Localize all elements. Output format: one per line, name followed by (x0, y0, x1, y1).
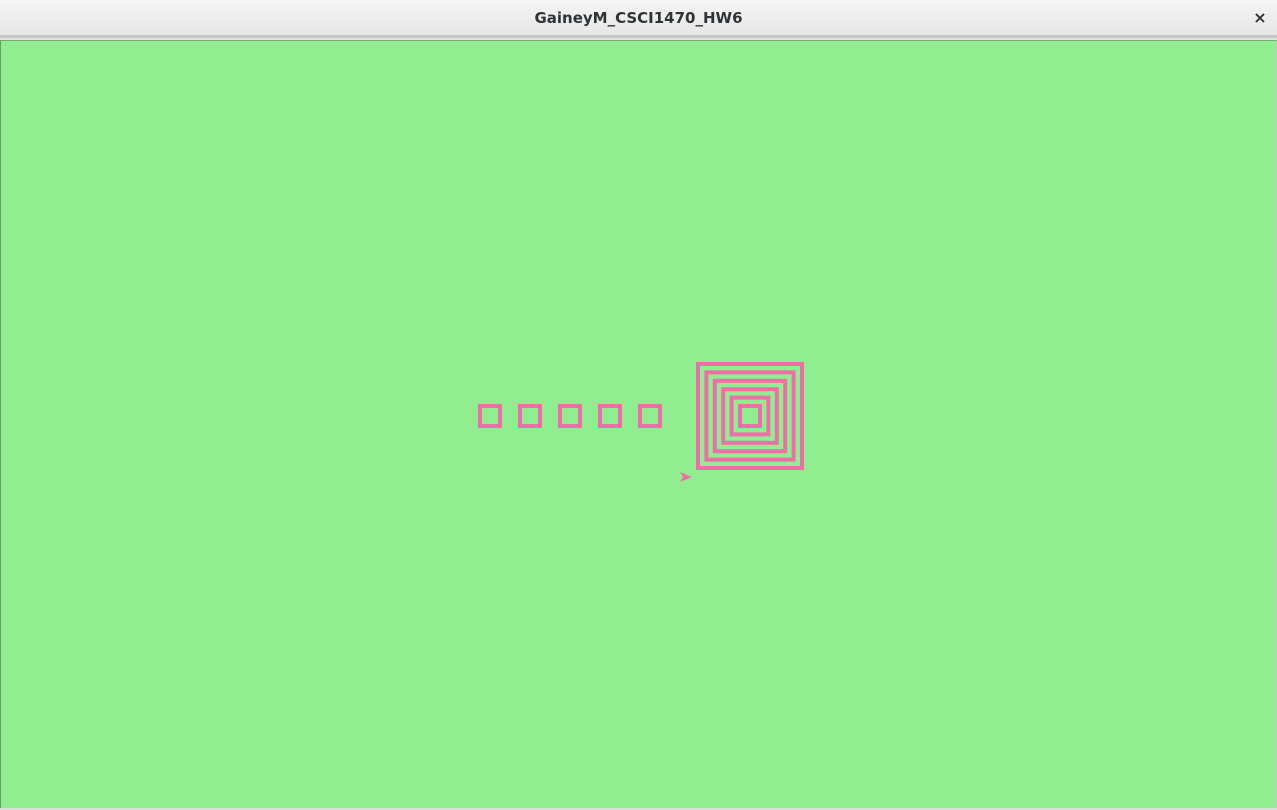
turtle-drawing (1, 41, 1276, 808)
title-bar[interactable]: GaineyM_CSCI1470_HW6 × (0, 0, 1277, 36)
close-button[interactable]: × (1249, 7, 1271, 29)
drawing-canvas (0, 40, 1277, 808)
app-window: GaineyM_CSCI1470_HW6 × (0, 0, 1277, 810)
window-title: GaineyM_CSCI1470_HW6 (534, 9, 743, 27)
close-icon: × (1253, 8, 1267, 27)
